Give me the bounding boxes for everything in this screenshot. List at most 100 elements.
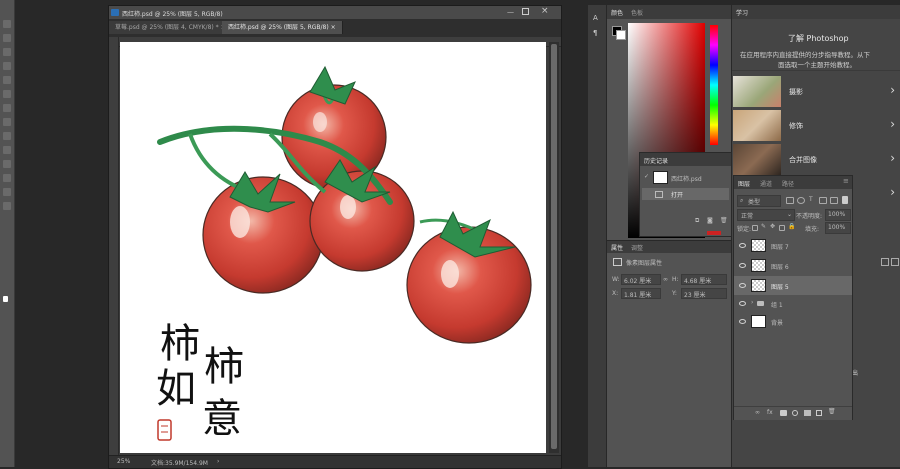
scroll-thumb[interactable] [551, 44, 557, 449]
layer-row[interactable]: 图层 6 [734, 256, 852, 275]
width-field[interactable]: 6.02 厘米 [621, 274, 661, 285]
tab-adjustments[interactable]: 调整 [631, 243, 643, 252]
close-icon[interactable]: × [331, 24, 336, 31]
layer-name[interactable]: 图层 7 [771, 242, 789, 251]
fill-field[interactable]: 100% [825, 222, 851, 234]
visibility-eye-icon[interactable] [739, 263, 746, 268]
tool-icon[interactable] [3, 160, 11, 168]
card-image [733, 110, 781, 141]
lock-image-icon[interactable]: ✎ [761, 223, 766, 230]
adjustment-layer-icon[interactable] [792, 410, 798, 416]
add-mask-icon[interactable] [780, 410, 787, 416]
canvas-artwork[interactable]: 柿 柿 如 意 [120, 42, 546, 453]
panel-option-icon[interactable] [881, 258, 889, 266]
brush-source-icon[interactable]: ✓ [644, 173, 649, 180]
learn-card-combine[interactable]: 合并图像 › [733, 144, 900, 175]
lock-all-icon[interactable]: 🔒 [788, 223, 795, 230]
group-row[interactable]: › 组 1 [734, 296, 852, 311]
character-icon[interactable]: A [593, 14, 598, 22]
w-label: W: [612, 276, 620, 283]
tool-icon[interactable] [3, 104, 11, 112]
foreground-swatch[interactable] [3, 296, 8, 302]
pixel-filter-icon[interactable] [786, 197, 794, 204]
visibility-eye-icon[interactable] [739, 283, 746, 288]
chevron-right-icon[interactable]: › [217, 458, 219, 465]
lock-transparent-icon[interactable] [752, 225, 758, 231]
opacity-field[interactable]: 100% [825, 209, 851, 221]
tab-paths[interactable]: 路径 [782, 179, 794, 188]
shape-filter-icon[interactable] [819, 197, 827, 204]
hue-slider[interactable] [710, 25, 718, 145]
layer-name[interactable]: 图层 6 [771, 262, 789, 271]
tool-icon[interactable] [3, 146, 11, 154]
camera-icon[interactable]: ◙ [707, 217, 713, 224]
y-field[interactable]: 23 厘米 [681, 288, 727, 299]
tab-strawberry[interactable]: 草莓.psd @ 25% (图层 4, CMYK/8) * × [109, 21, 233, 34]
tool-icon[interactable] [3, 118, 11, 126]
history-snapshot-row[interactable]: ✓ 西红柿.psd [642, 169, 729, 186]
learn-card-photography[interactable]: 摄影 › [733, 76, 900, 107]
card-image [733, 76, 781, 107]
background-color-swatch[interactable] [616, 30, 626, 40]
tool-icon[interactable] [3, 34, 11, 42]
link-icon[interactable]: ∞ [663, 276, 668, 283]
tab-color[interactable]: 颜色 [611, 8, 623, 17]
chevron-right-icon[interactable]: › [751, 299, 753, 306]
new-group-icon[interactable] [804, 410, 811, 416]
visibility-eye-icon[interactable] [739, 301, 746, 306]
blend-mode-select[interactable]: 正常 ⌄ [737, 209, 795, 221]
group-name[interactable]: 组 1 [771, 300, 783, 309]
close-icon[interactable]: × [541, 6, 549, 16]
visibility-eye-icon[interactable] [739, 319, 746, 324]
tool-icon[interactable] [3, 48, 11, 56]
tool-icon[interactable] [3, 188, 11, 196]
adjustment-filter-icon[interactable] [797, 197, 805, 204]
tool-icon[interactable] [3, 20, 11, 28]
zoom-level[interactable]: 25% [117, 458, 130, 465]
filter-kind-select[interactable]: ⌕ 类型 [737, 195, 781, 207]
tab-tomato[interactable]: 西红柿.psd @ 25% (图层 5, RGB/8) × [222, 21, 343, 34]
folder-icon [757, 301, 764, 306]
paragraph-icon[interactable]: ¶ [593, 29, 597, 37]
smart-object-filter-icon[interactable] [830, 197, 838, 204]
panel-option-icon[interactable] [891, 258, 899, 266]
tab-label: 西红柿.psd @ 25% (图层 5, RGB/8) [228, 24, 329, 31]
lock-artboard-icon[interactable] [779, 225, 785, 231]
height-field[interactable]: 4.68 厘米 [681, 274, 727, 285]
minimize-icon[interactable]: — [507, 8, 514, 16]
tool-icon[interactable] [3, 76, 11, 84]
tool-icon[interactable] [3, 174, 11, 182]
tool-icon[interactable] [3, 62, 11, 70]
trash-icon[interactable]: 🗑 [720, 217, 728, 224]
type-filter-icon[interactable]: T [809, 196, 813, 203]
tab-learn[interactable]: 学习 [736, 8, 748, 17]
tab-swatches[interactable]: 色板 [631, 8, 643, 17]
trash-icon[interactable]: 🗑 [828, 408, 836, 415]
layer-row[interactable]: 图层 7 [734, 236, 852, 255]
x-field[interactable]: 1.81 厘米 [621, 288, 661, 299]
new-layer-icon[interactable] [816, 410, 822, 416]
tab-channels[interactable]: 通道 [760, 179, 772, 188]
new-document-from-state-icon[interactable]: ⧉ [695, 217, 699, 225]
tab-history[interactable]: 历史记录 [644, 156, 668, 165]
layer-row[interactable]: 背景 [734, 312, 852, 331]
learn-card-retouch[interactable]: 修饰 › [733, 110, 900, 141]
panel-menu-icon[interactable]: ≡ [843, 177, 849, 185]
filter-toggle-icon[interactable] [842, 196, 848, 204]
tool-icon[interactable] [3, 90, 11, 98]
maximize-icon[interactable] [522, 8, 529, 15]
tool-icon[interactable] [3, 202, 11, 210]
fx-icon[interactable]: fx [767, 409, 773, 416]
layer-row-selected[interactable]: 图层 5 [734, 276, 852, 295]
tool-icon[interactable] [3, 132, 11, 140]
tab-layers[interactable]: 图层 [738, 179, 750, 188]
tab-properties[interactable]: 属性 [611, 243, 623, 252]
y-label: Y: [672, 290, 677, 297]
link-layers-icon[interactable]: ∞ [755, 409, 760, 416]
doc-size-info[interactable]: 文档:35.9M/154.9M [151, 458, 208, 467]
visibility-eye-icon[interactable] [739, 243, 746, 248]
layer-name[interactable]: 图层 5 [771, 282, 789, 291]
blend-mode-value: 正常 [741, 213, 754, 220]
history-state-row[interactable]: 打开 [642, 188, 729, 200]
lock-position-icon[interactable]: ✥ [770, 223, 775, 230]
